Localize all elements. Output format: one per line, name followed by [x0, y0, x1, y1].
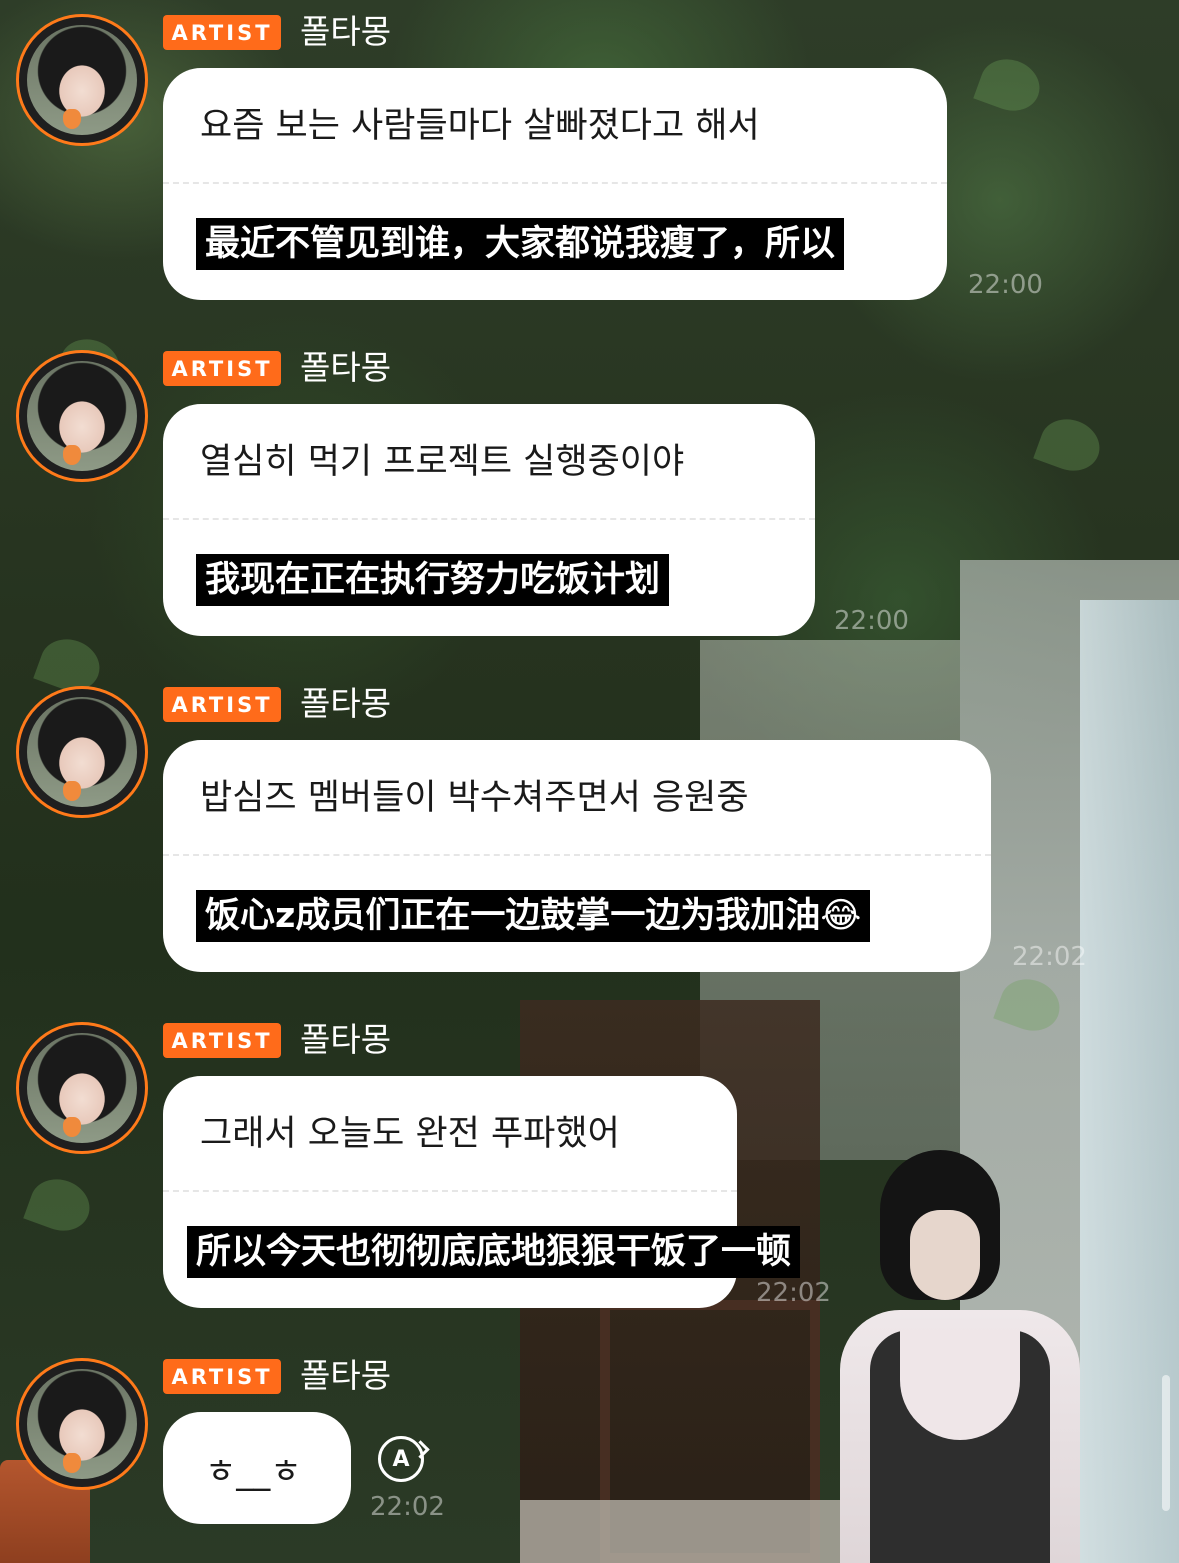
translation-caption: 所以今天也彻彻底底地狠狠干饭了一顿 [187, 1226, 801, 1278]
translation-caption: 饭心z成员们正在一边鼓掌一边为我加油😂 [196, 890, 871, 942]
sender-name: 폴타몽 [300, 348, 392, 387]
message-bubble[interactable]: 그래서 오늘도 완전 푸파했어 所以今天也彻彻底底地狠狠干饭了一顿 [163, 1076, 801, 1308]
artist-badge: ARTIST [163, 15, 281, 50]
artist-badge: ARTIST [163, 1359, 281, 1394]
message-bubble[interactable]: 열심히 먹기 프로젝트 실행중이야 我现在正在执行努力吃饭计划 [163, 404, 815, 636]
message-text-korean: 요즘 보는 사람들마다 살빠졌다고 해서 [200, 106, 760, 146]
message-time: 22:02 [370, 1492, 445, 1522]
bubble-divider [163, 854, 991, 856]
message-text: ㅎ__ㅎ [205, 1452, 302, 1492]
message-time: 22:00 [834, 606, 909, 636]
avatar[interactable] [16, 686, 148, 818]
avatar[interactable] [16, 14, 148, 146]
message-time: 22:00 [968, 270, 1043, 300]
translation-caption: 我现在正在执行努力吃饭计划 [196, 554, 670, 606]
bubble-divider [163, 1190, 737, 1192]
message-bubble[interactable]: ㅎ__ㅎ [163, 1412, 351, 1524]
avatar[interactable] [16, 1022, 148, 1154]
message-time: 22:02 [1012, 942, 1087, 972]
sender-name: 폴타몽 [300, 684, 392, 723]
message-text-korean: 밥심즈 멤버들이 박수쳐주면서 응원중 [200, 778, 749, 818]
message-text-korean: 열심히 먹기 프로젝트 실행중이야 [200, 442, 685, 482]
bubble-divider [163, 182, 947, 184]
sender-name: 폴타몽 [300, 1356, 392, 1395]
translate-icon[interactable]: A [378, 1436, 424, 1482]
avatar[interactable] [16, 350, 148, 482]
artist-badge: ARTIST [163, 351, 281, 386]
avatar[interactable] [16, 1358, 148, 1490]
message-time: 22:02 [756, 1278, 831, 1308]
artist-badge: ARTIST [163, 687, 281, 722]
message-text-korean: 그래서 오늘도 완전 푸파했어 [200, 1114, 620, 1154]
scrollbar[interactable] [1162, 1375, 1170, 1511]
message-bubble[interactable]: 밥심즈 멤버들이 박수쳐주면서 응원중 饭心z成员们正在一边鼓掌一边为我加油😂 [163, 740, 991, 972]
sender-name: 폴타몽 [300, 12, 392, 51]
artist-badge: ARTIST [163, 1023, 281, 1058]
translation-caption: 最近不管见到谁，大家都说我瘦了，所以 [196, 218, 845, 270]
sender-name: 폴타몽 [300, 1020, 392, 1059]
bubble-divider [163, 518, 815, 520]
message-bubble[interactable]: 요즘 보는 사람들마다 살빠졌다고 해서 最近不管见到谁，大家都说我瘦了，所以 [163, 68, 947, 300]
background-person [830, 1140, 1090, 1563]
